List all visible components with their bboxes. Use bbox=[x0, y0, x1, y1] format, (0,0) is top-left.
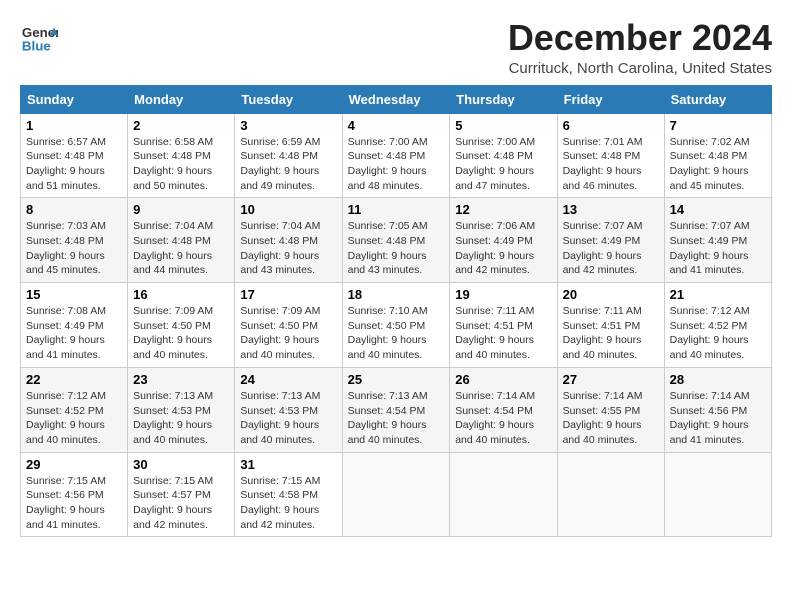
week-row-3: 15 Sunrise: 7:08 AMSunset: 4:49 PMDaylig… bbox=[21, 283, 772, 368]
week-row-5: 29 Sunrise: 7:15 AMSunset: 4:56 PMDaylig… bbox=[21, 452, 772, 537]
title-block: December 2024 Currituck, North Carolina,… bbox=[508, 18, 772, 77]
day-20: 20 Sunrise: 7:11 AMSunset: 4:51 PMDaylig… bbox=[557, 283, 664, 368]
empty-cell-1 bbox=[342, 452, 450, 537]
day-7: 7 Sunrise: 7:02 AMSunset: 4:48 PMDayligh… bbox=[664, 113, 771, 198]
month-title: December 2024 bbox=[508, 18, 772, 58]
empty-cell-4 bbox=[664, 452, 771, 537]
day-26: 26 Sunrise: 7:14 AMSunset: 4:54 PMDaylig… bbox=[450, 367, 557, 452]
col-thursday: Thursday bbox=[450, 85, 557, 113]
col-saturday: Saturday bbox=[664, 85, 771, 113]
day-15: 15 Sunrise: 7:08 AMSunset: 4:49 PMDaylig… bbox=[21, 283, 128, 368]
day-13: 13 Sunrise: 7:07 AMSunset: 4:49 PMDaylig… bbox=[557, 198, 664, 283]
weekday-header-row: Sunday Monday Tuesday Wednesday Thursday… bbox=[21, 85, 772, 113]
week-row-4: 22 Sunrise: 7:12 AMSunset: 4:52 PMDaylig… bbox=[21, 367, 772, 452]
day-10: 10 Sunrise: 7:04 AMSunset: 4:48 PMDaylig… bbox=[235, 198, 342, 283]
day-4: 4 Sunrise: 7:00 AMSunset: 4:48 PMDayligh… bbox=[342, 113, 450, 198]
page-container: General Blue December 2024 Currituck, No… bbox=[0, 0, 792, 547]
day-29: 29 Sunrise: 7:15 AMSunset: 4:56 PMDaylig… bbox=[21, 452, 128, 537]
week-row-1: 1 Sunrise: 6:57 AMSunset: 4:48 PMDayligh… bbox=[21, 113, 772, 198]
day-30: 30 Sunrise: 7:15 AMSunset: 4:57 PMDaylig… bbox=[128, 452, 235, 537]
day-24: 24 Sunrise: 7:13 AMSunset: 4:53 PMDaylig… bbox=[235, 367, 342, 452]
empty-cell-2 bbox=[450, 452, 557, 537]
day-16: 16 Sunrise: 7:09 AMSunset: 4:50 PMDaylig… bbox=[128, 283, 235, 368]
day-28: 28 Sunrise: 7:14 AMSunset: 4:56 PMDaylig… bbox=[664, 367, 771, 452]
location: Currituck, North Carolina, United States bbox=[508, 60, 772, 77]
day-3: 3 Sunrise: 6:59 AMSunset: 4:48 PMDayligh… bbox=[235, 113, 342, 198]
header: General Blue December 2024 Currituck, No… bbox=[20, 18, 772, 77]
day-2: 2 Sunrise: 6:58 AMSunset: 4:48 PMDayligh… bbox=[128, 113, 235, 198]
day-25: 25 Sunrise: 7:13 AMSunset: 4:54 PMDaylig… bbox=[342, 367, 450, 452]
col-friday: Friday bbox=[557, 85, 664, 113]
day-17: 17 Sunrise: 7:09 AMSunset: 4:50 PMDaylig… bbox=[235, 283, 342, 368]
day-23: 23 Sunrise: 7:13 AMSunset: 4:53 PMDaylig… bbox=[128, 367, 235, 452]
day-27: 27 Sunrise: 7:14 AMSunset: 4:55 PMDaylig… bbox=[557, 367, 664, 452]
day-31: 31 Sunrise: 7:15 AMSunset: 4:58 PMDaylig… bbox=[235, 452, 342, 537]
col-monday: Monday bbox=[128, 85, 235, 113]
logo-icon: General Blue bbox=[20, 18, 58, 56]
day-18: 18 Sunrise: 7:10 AMSunset: 4:50 PMDaylig… bbox=[342, 283, 450, 368]
calendar-table: Sunday Monday Tuesday Wednesday Thursday… bbox=[20, 85, 772, 538]
week-row-2: 8 Sunrise: 7:03 AMSunset: 4:48 PMDayligh… bbox=[21, 198, 772, 283]
day-22: 22 Sunrise: 7:12 AMSunset: 4:52 PMDaylig… bbox=[21, 367, 128, 452]
day-14: 14 Sunrise: 7:07 AMSunset: 4:49 PMDaylig… bbox=[664, 198, 771, 283]
day-5: 5 Sunrise: 7:00 AMSunset: 4:48 PMDayligh… bbox=[450, 113, 557, 198]
day-9: 9 Sunrise: 7:04 AMSunset: 4:48 PMDayligh… bbox=[128, 198, 235, 283]
day-12: 12 Sunrise: 7:06 AMSunset: 4:49 PMDaylig… bbox=[450, 198, 557, 283]
col-sunday: Sunday bbox=[21, 85, 128, 113]
day-21: 21 Sunrise: 7:12 AMSunset: 4:52 PMDaylig… bbox=[664, 283, 771, 368]
day-6: 6 Sunrise: 7:01 AMSunset: 4:48 PMDayligh… bbox=[557, 113, 664, 198]
day-19: 19 Sunrise: 7:11 AMSunset: 4:51 PMDaylig… bbox=[450, 283, 557, 368]
col-tuesday: Tuesday bbox=[235, 85, 342, 113]
day-1: 1 Sunrise: 6:57 AMSunset: 4:48 PMDayligh… bbox=[21, 113, 128, 198]
day-11: 11 Sunrise: 7:05 AMSunset: 4:48 PMDaylig… bbox=[342, 198, 450, 283]
col-wednesday: Wednesday bbox=[342, 85, 450, 113]
empty-cell-3 bbox=[557, 452, 664, 537]
svg-text:Blue: Blue bbox=[22, 38, 51, 53]
day-8: 8 Sunrise: 7:03 AMSunset: 4:48 PMDayligh… bbox=[21, 198, 128, 283]
logo: General Blue bbox=[20, 18, 58, 56]
